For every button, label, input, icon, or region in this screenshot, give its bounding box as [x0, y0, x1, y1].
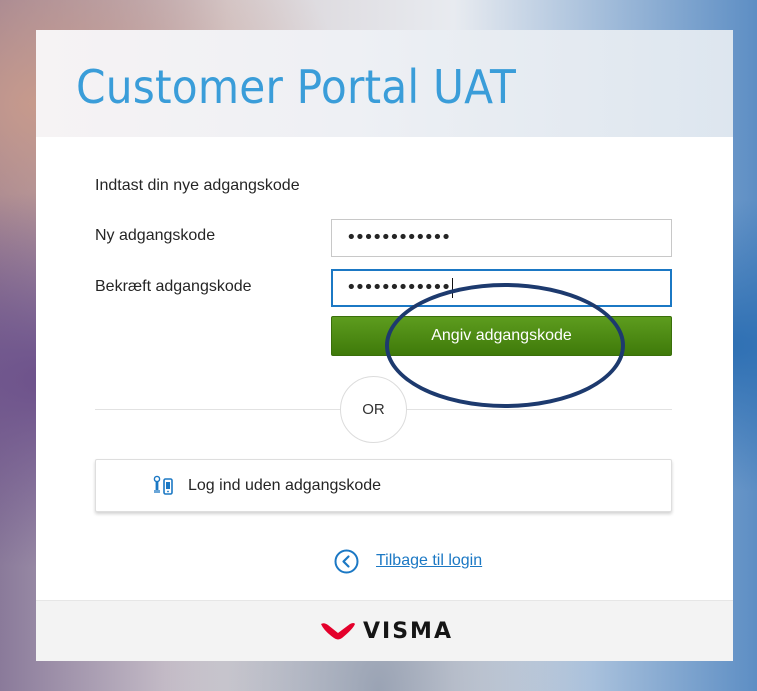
or-divider: OR: [340, 376, 407, 443]
passwordless-key-icon: [153, 475, 173, 495]
footer: VISMA: [36, 600, 733, 661]
confirm-password-input[interactable]: ••••••••••••: [331, 269, 672, 307]
portal-header: Customer Portal UAT: [36, 30, 733, 137]
passwordless-label: Log ind uden adgangskode: [188, 477, 382, 494]
instruction-text: Indtast din nye adgangskode: [95, 177, 300, 194]
chevron-left-circle-icon[interactable]: [334, 549, 359, 574]
confirm-password-value: ••••••••••••: [346, 277, 451, 298]
set-password-button[interactable]: Angiv adgangskode: [331, 316, 672, 356]
new-password-value: ••••••••••••: [346, 227, 451, 248]
passwordless-login-button[interactable]: Log ind uden adgangskode: [95, 459, 672, 512]
text-caret: [452, 278, 454, 298]
visma-wordmark: VISMA: [363, 619, 453, 644]
portal-title: Customer Portal UAT: [76, 60, 517, 114]
new-password-label: Ny adgangskode: [95, 227, 216, 244]
visma-swoosh-icon: [321, 623, 355, 640]
divider-line-left: [95, 409, 340, 410]
back-to-login-link[interactable]: Tilbage til login: [376, 552, 482, 570]
confirm-password-label: Bekræft adgangskode: [95, 278, 252, 295]
login-card: Customer Portal UAT Indtast din nye adga…: [36, 30, 733, 661]
divider-line-right: [407, 409, 672, 410]
new-password-input[interactable]: ••••••••••••: [331, 219, 672, 257]
